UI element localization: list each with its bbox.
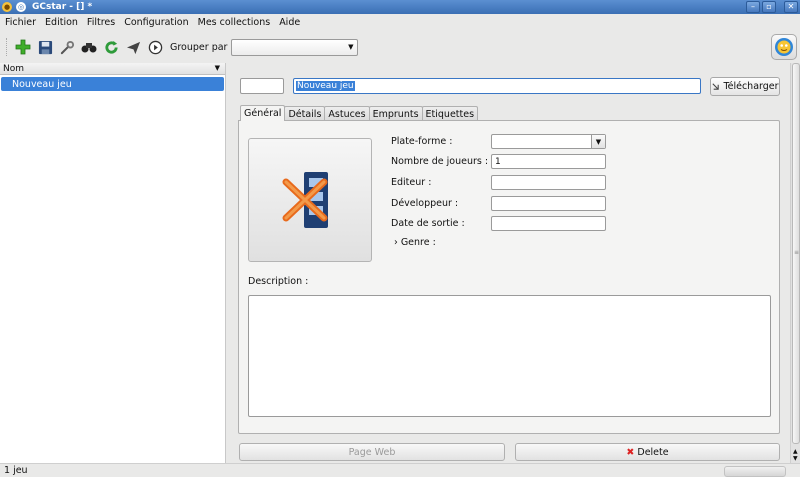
genre-label: Genre : [400, 237, 436, 248]
smiley-icon [775, 38, 793, 56]
webpage-label: Page Web [348, 446, 396, 458]
group-by-select[interactable]: ▼ [231, 38, 359, 56]
platform-label: Plate-forme : [391, 136, 453, 147]
tab-etiquettes[interactable]: Etiquettes [421, 106, 479, 121]
paper-plane-icon [126, 41, 140, 54]
download-button[interactable]: Télécharger [710, 77, 780, 96]
players-label: Nombre de joueurs : [391, 156, 489, 167]
scroll-down-icon[interactable]: ▼ [793, 455, 798, 462]
title-bar: ● ◎ GCstar - [] * – ▫ ✕ [0, 0, 800, 14]
window-menu-icon[interactable]: ◎ [16, 2, 26, 12]
column-header-label: Nom [3, 63, 25, 74]
window-title: GCstar - [] * [32, 2, 93, 12]
play-button[interactable] [146, 38, 164, 56]
status-text: 1 jeu [4, 465, 28, 476]
menu-aide[interactable]: Aide [279, 17, 300, 28]
maximize-button[interactable]: ▫ [762, 1, 776, 13]
list-item[interactable]: Nouveau jeu [1, 77, 224, 91]
delete-button[interactable]: ✖ Delete [515, 443, 780, 461]
user-avatar-button[interactable] [771, 34, 797, 60]
menu-edition[interactable]: Edition [45, 17, 78, 28]
search-button[interactable] [80, 38, 98, 56]
item-editor-panel: Nouveau jeu Télécharger Général Détails … [227, 63, 790, 463]
developer-label: Développeur : [391, 198, 459, 209]
chevron-right-icon: › [394, 237, 398, 248]
column-header-name[interactable]: Nom ▼ [0, 63, 225, 75]
settings-button[interactable] [58, 38, 76, 56]
developer-input[interactable] [491, 196, 606, 211]
item-title-input[interactable]: Nouveau jeu [293, 78, 701, 94]
tab-general[interactable]: Général [240, 105, 286, 121]
add-button[interactable] [14, 38, 32, 56]
chevron-down-icon: ▼ [591, 135, 605, 148]
tab-bar: Général Détails Astuces Emprunts Etiquet… [240, 105, 479, 121]
delete-icon: ✖ [626, 446, 635, 458]
sort-chevron-icon[interactable]: ▼ [215, 64, 220, 72]
release-date-input[interactable] [491, 216, 606, 231]
tab-astuces[interactable]: Astuces [324, 106, 370, 121]
toolbar-grip[interactable] [6, 38, 9, 56]
scroll-up-icon[interactable]: ▲ [793, 448, 798, 455]
list-item-label: Nouveau jeu [12, 78, 72, 90]
editor-input[interactable] [491, 175, 606, 190]
scrollbar-grip-icon: ≡ [794, 249, 800, 256]
minimize-button[interactable]: – [746, 1, 760, 13]
editor-label: Editeur : [391, 177, 432, 188]
save-button[interactable] [36, 38, 54, 56]
general-tab-page: Plate-forme : ▼ Nombre de joueurs : 1 Ed… [238, 120, 780, 434]
webpage-button[interactable]: Page Web [239, 443, 505, 461]
cover-image-button[interactable] [248, 138, 372, 262]
collection-list-panel: Nom ▼ Nouveau jeu [0, 63, 226, 463]
description-textarea[interactable] [248, 295, 771, 417]
description-label: Description : [248, 276, 309, 287]
menu-bar: Fichier Edition Filtres Configuration Me… [0, 14, 800, 31]
no-image-icon [282, 172, 328, 228]
delete-label: Delete [637, 446, 669, 458]
download-label: Télécharger [723, 81, 779, 92]
menu-fichier[interactable]: Fichier [5, 17, 36, 28]
plus-icon [15, 39, 31, 55]
wrench-icon [60, 40, 74, 54]
players-value: 1 [495, 156, 501, 167]
window-controls: – ▫ ✕ [746, 1, 798, 13]
chevron-down-icon: ▼ [348, 42, 354, 51]
item-id-input[interactable] [240, 78, 284, 94]
app-icon[interactable]: ● [2, 2, 12, 12]
play-circle-icon [148, 40, 162, 54]
menu-configuration[interactable]: Configuration [124, 17, 188, 28]
item-title-value: Nouveau jeu [296, 81, 355, 91]
download-arrow-icon [712, 83, 720, 90]
release-date-label: Date de sortie : [391, 218, 465, 229]
group-by-label: Grouper par [170, 41, 228, 53]
refresh-icon [104, 40, 118, 54]
menu-filtres[interactable]: Filtres [87, 17, 115, 28]
floppy-icon [38, 40, 52, 54]
send-button[interactable] [124, 38, 142, 56]
close-button[interactable]: ✕ [784, 1, 798, 13]
menu-mes-collections[interactable]: Mes collections [198, 17, 271, 28]
tab-emprunts[interactable]: Emprunts [368, 106, 423, 121]
genre-expander[interactable]: › Genre : [394, 237, 436, 248]
status-bar: 1 jeu [0, 463, 800, 477]
status-progress-bar [724, 466, 786, 477]
refresh-button[interactable] [102, 38, 120, 56]
players-input[interactable]: 1 [491, 154, 606, 169]
platform-select[interactable]: ▼ [491, 134, 606, 149]
binoculars-icon [81, 43, 97, 53]
tab-details[interactable]: Détails [284, 106, 326, 121]
toolbar: Grouper par ▼ [0, 31, 800, 63]
vertical-scrollbar[interactable]: ≡ ▲ ▼ [790, 63, 800, 463]
